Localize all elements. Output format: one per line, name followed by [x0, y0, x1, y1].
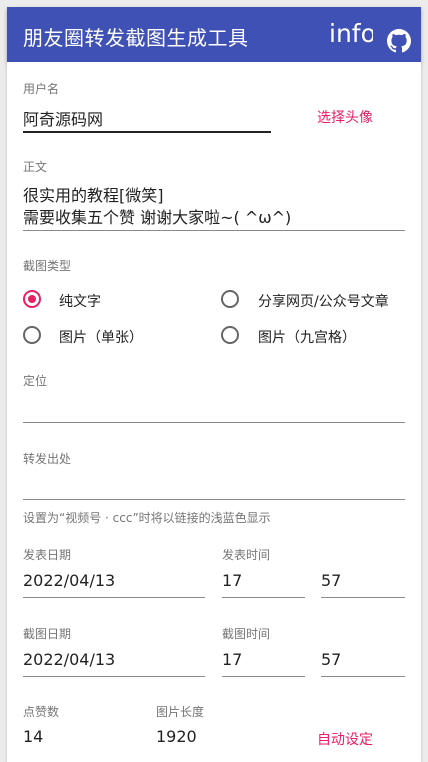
publish-hour-input[interactable]: 17: [222, 571, 242, 590]
screenshot-time-label: 截图时间: [222, 627, 271, 641]
screenshot-date-label: 截图日期: [23, 627, 72, 641]
screenshot-minute-input[interactable]: 57: [321, 650, 341, 669]
likes-label: 点赞数: [23, 705, 60, 719]
github-icon[interactable]: [387, 29, 411, 53]
auto-set-button[interactable]: 自动设定: [317, 729, 373, 749]
screenshot-date-input[interactable]: 2022/04/13: [23, 650, 115, 669]
repost-source-label: 转发出处: [23, 452, 72, 466]
body-text-line-1[interactable]: 很实用的教程[微笑]: [23, 182, 164, 206]
image-length-label: 图片长度: [156, 705, 205, 719]
username-label: 用户名: [23, 82, 60, 96]
publish-minute-input[interactable]: 57: [321, 571, 341, 590]
body-text-label: 正文: [23, 160, 48, 174]
screenshot-type-label: 截图类型: [23, 259, 72, 273]
publish-hour-underline: [222, 597, 305, 598]
image-length-input[interactable]: 1920: [156, 727, 197, 746]
radio-share-article-label[interactable]: 分享网页/公众号文章: [258, 291, 389, 311]
publish-date-input[interactable]: 2022/04/13: [23, 571, 115, 590]
location-label: 定位: [23, 374, 48, 388]
likes-input[interactable]: 14: [23, 727, 43, 746]
repost-source-underline: [23, 499, 405, 500]
username-input[interactable]: 阿奇源码网: [23, 106, 103, 130]
body-text-underline: [23, 230, 405, 231]
info-button[interactable]: info: [329, 19, 373, 48]
radio-single-image[interactable]: [23, 326, 41, 344]
body-text-line-2[interactable]: 需要收集五个赞 谢谢大家啦~( ^ω^): [23, 204, 291, 228]
radio-text-only[interactable]: [23, 290, 41, 308]
app-bar: 朋友圈转发截图生成工具 info: [7, 7, 421, 62]
publish-date-underline: [23, 597, 205, 598]
radio-nine-grid[interactable]: [221, 326, 239, 344]
repost-source-hint: 设置为“视频号 · ccc”时将以链接的浅蓝色显示: [23, 511, 271, 525]
screenshot-date-underline: [23, 676, 205, 677]
publish-time-label: 发表时间: [222, 548, 271, 562]
screenshot-minute-underline: [321, 676, 405, 677]
publish-minute-underline: [321, 597, 405, 598]
location-underline: [23, 422, 405, 423]
choose-avatar-button[interactable]: 选择头像: [317, 107, 373, 127]
app-title: 朋友圈转发截图生成工具: [23, 26, 249, 50]
radio-text-only-label[interactable]: 纯文字: [59, 291, 101, 311]
screenshot-hour-input[interactable]: 17: [222, 650, 242, 669]
radio-share-article[interactable]: [221, 290, 239, 308]
publish-date-label: 发表日期: [23, 548, 72, 562]
username-underline: [23, 131, 271, 133]
radio-nine-grid-label[interactable]: 图片（九宫格）: [258, 327, 356, 347]
form-card: 用户名 阿奇源码网 选择头像 正文 很实用的教程[微笑] 需要收集五个赞 谢谢大…: [7, 62, 421, 762]
screenshot-hour-underline: [222, 676, 305, 677]
radio-single-image-label[interactable]: 图片（单张）: [59, 327, 143, 347]
